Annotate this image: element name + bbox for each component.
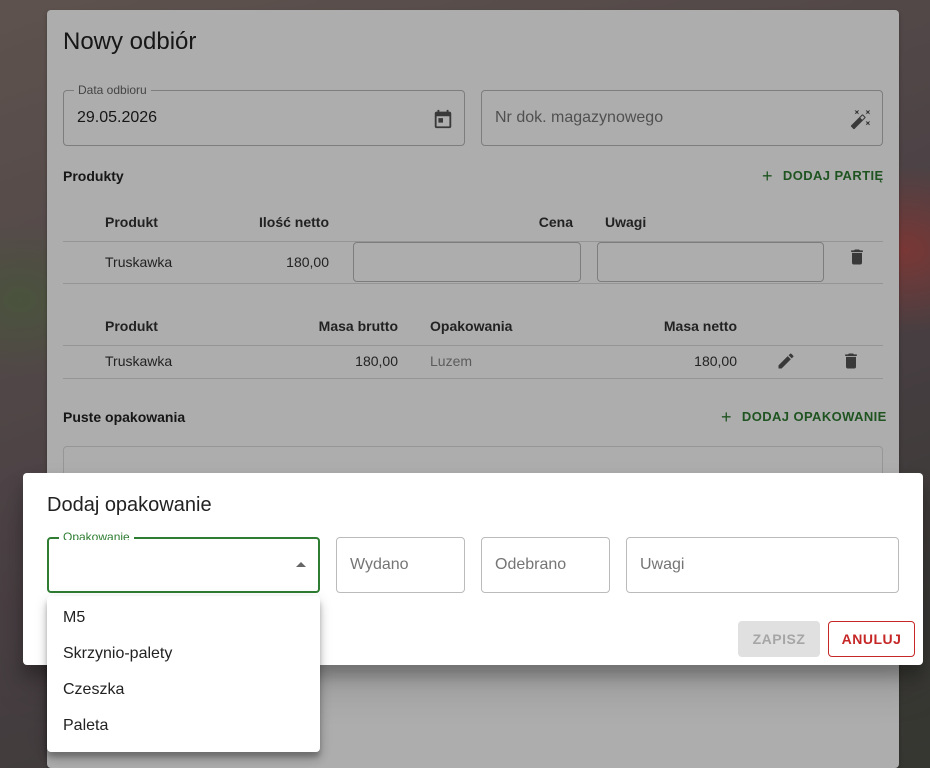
packaging-select-label: Opakowanie bbox=[59, 531, 134, 540]
issued-placeholder: Wydano bbox=[350, 556, 409, 573]
received-input[interactable]: Odebrano bbox=[481, 537, 610, 593]
menu-option-czeszka[interactable]: Czeszka bbox=[47, 672, 320, 708]
cancel-button[interactable]: ANULUJ bbox=[828, 621, 915, 657]
save-button[interactable]: ZAPISZ bbox=[738, 621, 820, 657]
dialog-notes-placeholder: Uwagi bbox=[640, 556, 685, 573]
menu-option-m5[interactable]: M5 bbox=[47, 600, 320, 636]
packaging-dropdown-menu: M5 Skrzynio-palety Czeszka Paleta bbox=[47, 596, 320, 752]
dialog-title: Dodaj opakowanie bbox=[47, 494, 212, 516]
issued-input[interactable]: Wydano bbox=[336, 537, 465, 593]
menu-option-pallet[interactable]: Paleta bbox=[47, 708, 320, 744]
packaging-select[interactable]: Opakowanie bbox=[47, 531, 320, 593]
dialog-notes-input[interactable]: Uwagi bbox=[626, 537, 899, 593]
caret-up-icon bbox=[296, 562, 306, 567]
menu-option-crate-pallets[interactable]: Skrzynio-palety bbox=[47, 636, 320, 672]
received-placeholder: Odebrano bbox=[495, 556, 567, 573]
